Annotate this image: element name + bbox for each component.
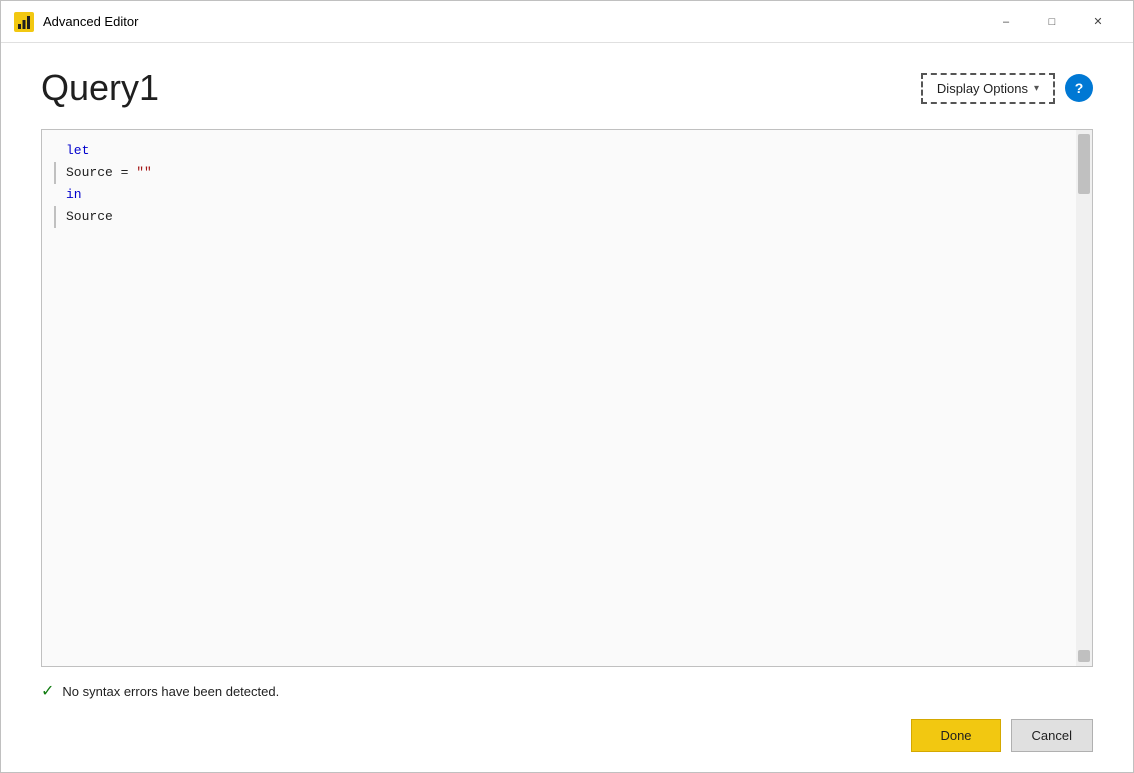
header-right: Display Options ▾ ? [921, 73, 1093, 104]
help-button[interactable]: ? [1065, 74, 1093, 102]
app-icon [13, 11, 35, 33]
maximize-button[interactable]: □ [1029, 6, 1075, 38]
line-bar-1 [54, 140, 58, 162]
check-icon: ✓ [41, 681, 54, 701]
content-area: Query1 Display Options ▾ ? let [1, 43, 1133, 772]
vertical-scrollbar[interactable] [1076, 130, 1092, 666]
code-editor[interactable]: let Source = "" in Source [41, 129, 1093, 667]
line-bar-3 [54, 184, 58, 206]
status-bar: ✓ No syntax errors have been detected. [41, 675, 1093, 707]
line-bar-2 [54, 162, 58, 184]
title-bar-text: Advanced Editor [43, 14, 983, 29]
footer-buttons: Done Cancel [41, 719, 1093, 752]
status-message: No syntax errors have been detected. [62, 684, 279, 699]
keyword-let: let [66, 140, 89, 162]
scrollbar-bottom-btn[interactable] [1078, 650, 1090, 662]
string-empty: "" [136, 162, 152, 184]
minimize-button[interactable]: – [983, 6, 1029, 38]
code-line-2: Source = "" [42, 162, 1076, 184]
identifier-source: Source [66, 206, 113, 228]
advanced-editor-window: Advanced Editor – □ ✕ Query1 Display Opt… [0, 0, 1134, 773]
identifier-source-assign: Source = [66, 162, 136, 184]
display-options-label: Display Options [937, 81, 1028, 96]
dropdown-arrow-icon: ▾ [1034, 83, 1039, 94]
close-button[interactable]: ✕ [1075, 6, 1121, 38]
line-bar-4 [54, 206, 58, 228]
display-options-button[interactable]: Display Options ▾ [921, 73, 1055, 104]
code-content[interactable]: let Source = "" in Source [42, 130, 1076, 666]
scrollbar-thumb[interactable] [1078, 134, 1090, 194]
code-line-3: in [42, 184, 1076, 206]
window-controls: – □ ✕ [983, 6, 1121, 38]
page-header: Query1 Display Options ▾ ? [41, 67, 1093, 109]
done-button[interactable]: Done [911, 719, 1000, 752]
code-line-1: let [42, 140, 1076, 162]
title-bar: Advanced Editor – □ ✕ [1, 1, 1133, 43]
page-title: Query1 [41, 67, 159, 109]
keyword-in: in [66, 184, 82, 206]
cancel-button[interactable]: Cancel [1011, 719, 1093, 752]
code-line-4: Source [42, 206, 1076, 228]
